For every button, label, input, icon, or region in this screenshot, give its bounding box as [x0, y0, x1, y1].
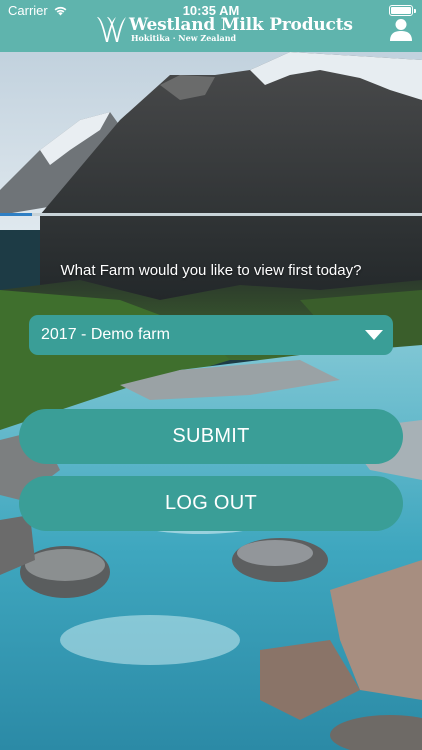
brand-logo: Westland Milk Products Hokitika · New Ze… — [95, 14, 353, 44]
brand-name: Westland Milk Products — [129, 14, 353, 35]
battery-icon — [389, 5, 416, 16]
background-scene — [0, 0, 422, 750]
farm-select-dropdown[interactable]: 2017 - Demo farm — [29, 315, 393, 355]
mountain-river-photo — [0, 0, 422, 750]
brand-subtitle: Hokitika · New Zealand — [131, 32, 237, 43]
loading-progress-bar — [0, 213, 422, 216]
user-profile-button[interactable] — [390, 18, 412, 42]
app-header: Carrier 10:35 AM Westland Milk Products … — [0, 0, 422, 52]
westland-logo-icon — [97, 17, 126, 42]
user-icon — [390, 19, 412, 41]
farm-select-value: 2017 - Demo farm — [41, 326, 170, 343]
farm-question-label: What Farm would you like to view first t… — [60, 262, 362, 279]
submit-button[interactable]: SUBMIT — [19, 409, 403, 464]
logout-button[interactable]: LOG OUT — [19, 476, 403, 531]
caret-down-icon — [365, 330, 383, 340]
progress-fill — [0, 213, 32, 216]
